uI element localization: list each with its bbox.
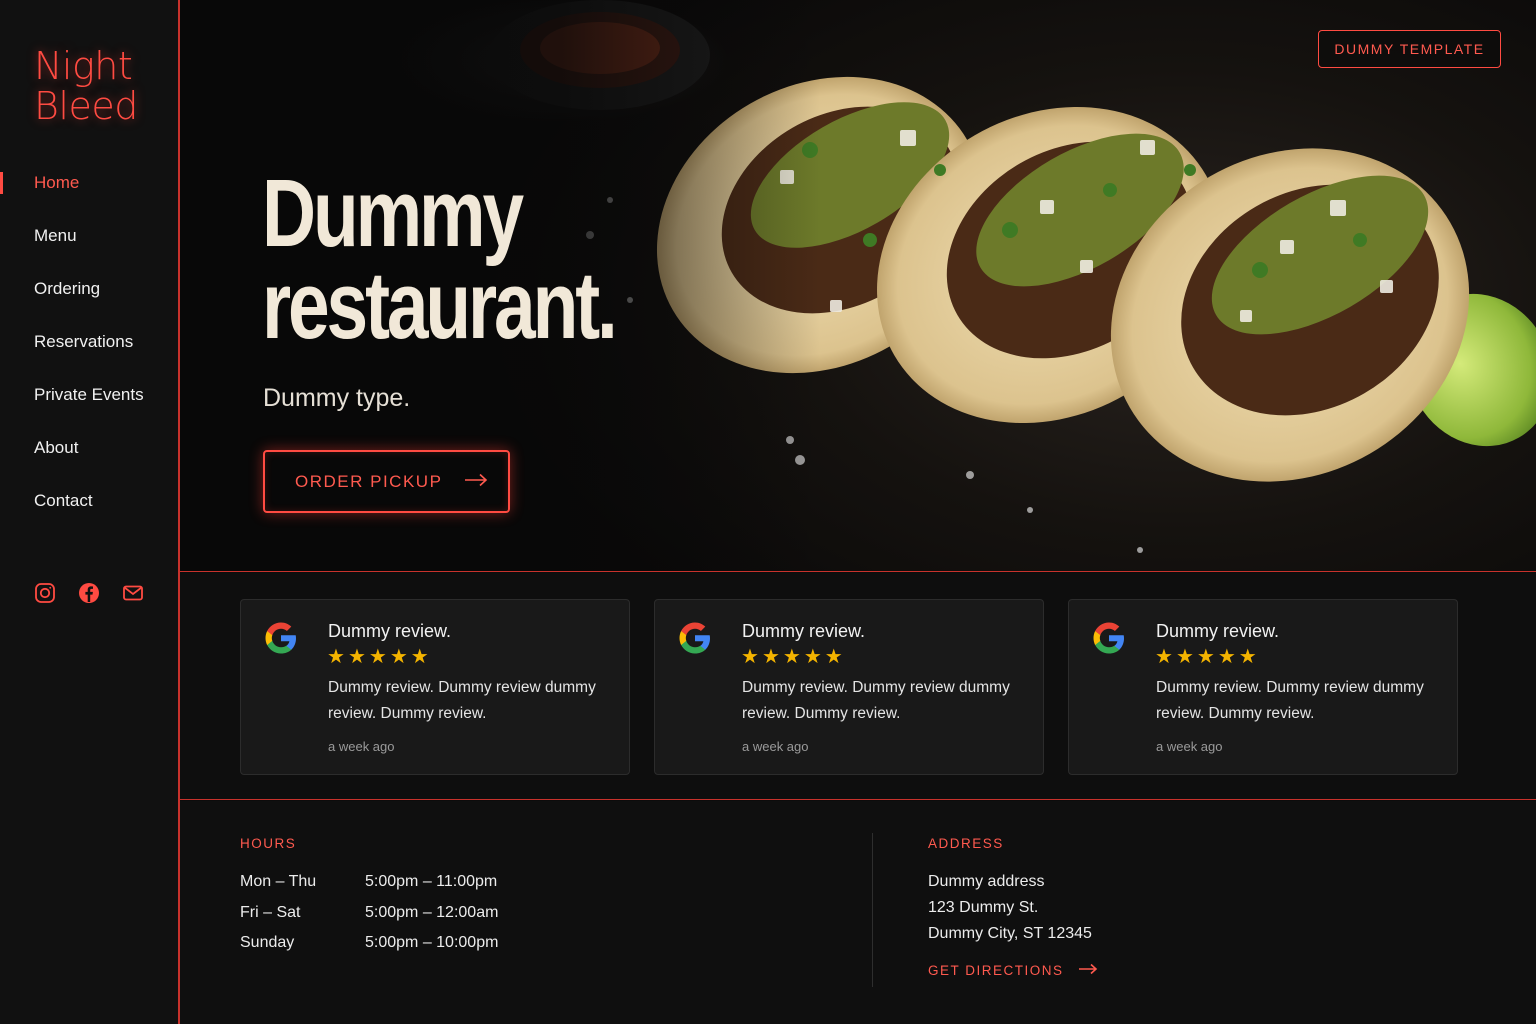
star-icon: ★ [761,646,780,668]
arrow-right-icon [1078,963,1098,978]
review-time: a week ago [742,739,809,754]
address-line: 123 Dummy St. [928,899,1039,916]
address-line: Dummy address [928,873,1045,890]
review-time: a week ago [328,739,395,754]
hero-title-line-1: Dummy [262,160,524,267]
hero-title: Dummy restaurant. [262,160,618,359]
review-body: Dummy review. Dummy review dummy review.… [742,679,1010,722]
review-card: Dummy review. ★ ★ ★ ★ ★ Dummy review. Dummy … [240,599,630,775]
hours-day: Fri – Sat [240,904,301,921]
brand-logo[interactable]: Night Bleed [34,46,138,126]
star-icon: ★ [741,646,759,668]
order-pickup-label: ORDER PICKUP [295,471,443,491]
hours-row: Fri – Sat 5:00pm – 12:00am [240,904,498,922]
facebook-icon[interactable] [78,582,100,604]
hero-section: DUMMY TEMPLATE Dummy restaurant. Dummy t… [180,0,1536,572]
sidebar: Night Bleed Home Menu Ordering Reservati… [0,0,180,1024]
review-card: Dummy review. ★ ★ ★ ★ ★ Dummy review. Dummy … [1068,599,1458,775]
star-icon: ★ [389,646,408,668]
star-icon: ★ [347,646,366,668]
review-title: Dummy review. [1156,621,1280,641]
info-section: HOURS Mon – Thu 5:00pm – 11:00pm Fri – Sa… [180,801,1536,1024]
hours-time: 5:00pm – 11:00pm [365,873,498,890]
hours-label: HOURS [240,836,297,851]
social-links [34,582,144,604]
star-icon: ★ [1175,646,1194,668]
hero-subtitle: Dummy type. [263,384,411,412]
review-time: a week ago [1156,739,1223,754]
nav-item-contact[interactable]: Contact [0,478,178,531]
reviews-section: Dummy review. ★ ★ ★ ★ ★ Dummy review. Dummy … [180,573,1536,800]
review-body: Dummy review. Dummy review dummy review.… [328,679,596,722]
star-icon: ★ [1155,646,1173,668]
hours-day: Mon – Thu [240,873,317,890]
brand-line-2: Bleed [34,84,138,128]
star-icon: ★ [782,646,801,668]
star-icon: ★ [327,646,345,668]
review-card: Dummy review. ★ ★ ★ ★ ★ Dummy review. Dummy … [654,599,1044,775]
nav-item-private-events[interactable]: Private Events [0,372,178,425]
review-title: Dummy review. [742,621,866,641]
nav-item-about[interactable]: About [0,425,178,478]
hero-title-line-2: restaurant. [262,252,618,359]
dummy-template-button[interactable]: DUMMY TEMPLATE [1318,30,1501,68]
star-icon: ★ [824,646,843,668]
star-icon: ★ [803,646,822,668]
nav-item-ordering[interactable]: Ordering [0,266,178,319]
star-icon: ★ [410,646,429,668]
instagram-icon[interactable] [34,582,56,604]
section-divider [872,833,873,987]
order-pickup-button[interactable]: ORDER PICKUP [263,450,510,513]
nav-item-home[interactable]: Home [0,160,178,213]
get-directions-link[interactable]: GET DIRECTIONS [928,963,1098,978]
google-icon [677,620,713,656]
nav-item-reservations[interactable]: Reservations [0,319,178,372]
hours-time: 5:00pm – 10:00pm [365,934,499,951]
hours-time: 5:00pm – 12:00am [365,904,499,921]
hours-row: Sunday 5:00pm – 10:00pm [240,934,498,952]
review-title: Dummy review. [328,621,452,641]
address-label: ADDRESS [928,836,1004,851]
arrow-right-icon [464,472,488,492]
star-rating: ★ ★ ★ ★ ★ [327,646,429,668]
review-body: Dummy review. Dummy review dummy review.… [1156,679,1424,722]
star-rating: ★ ★ ★ ★ ★ [741,646,843,668]
star-icon: ★ [1217,646,1236,668]
mail-icon[interactable] [122,582,144,604]
nav-item-menu[interactable]: Menu [0,213,178,266]
get-directions-label: GET DIRECTIONS [928,963,1064,978]
star-rating: ★ ★ ★ ★ ★ [1155,646,1257,668]
brand-line-1: Night [34,44,133,88]
hours-day: Sunday [240,934,295,951]
main-nav: Home Menu Ordering Reservations Private … [0,160,178,531]
star-icon: ★ [1196,646,1215,668]
address-line: Dummy City, ST 12345 [928,925,1092,942]
star-icon: ★ [1238,646,1257,668]
hours-row: Mon – Thu 5:00pm – 11:00pm [240,873,497,891]
star-icon: ★ [368,646,387,668]
google-icon [263,620,299,656]
google-icon [1091,620,1127,656]
